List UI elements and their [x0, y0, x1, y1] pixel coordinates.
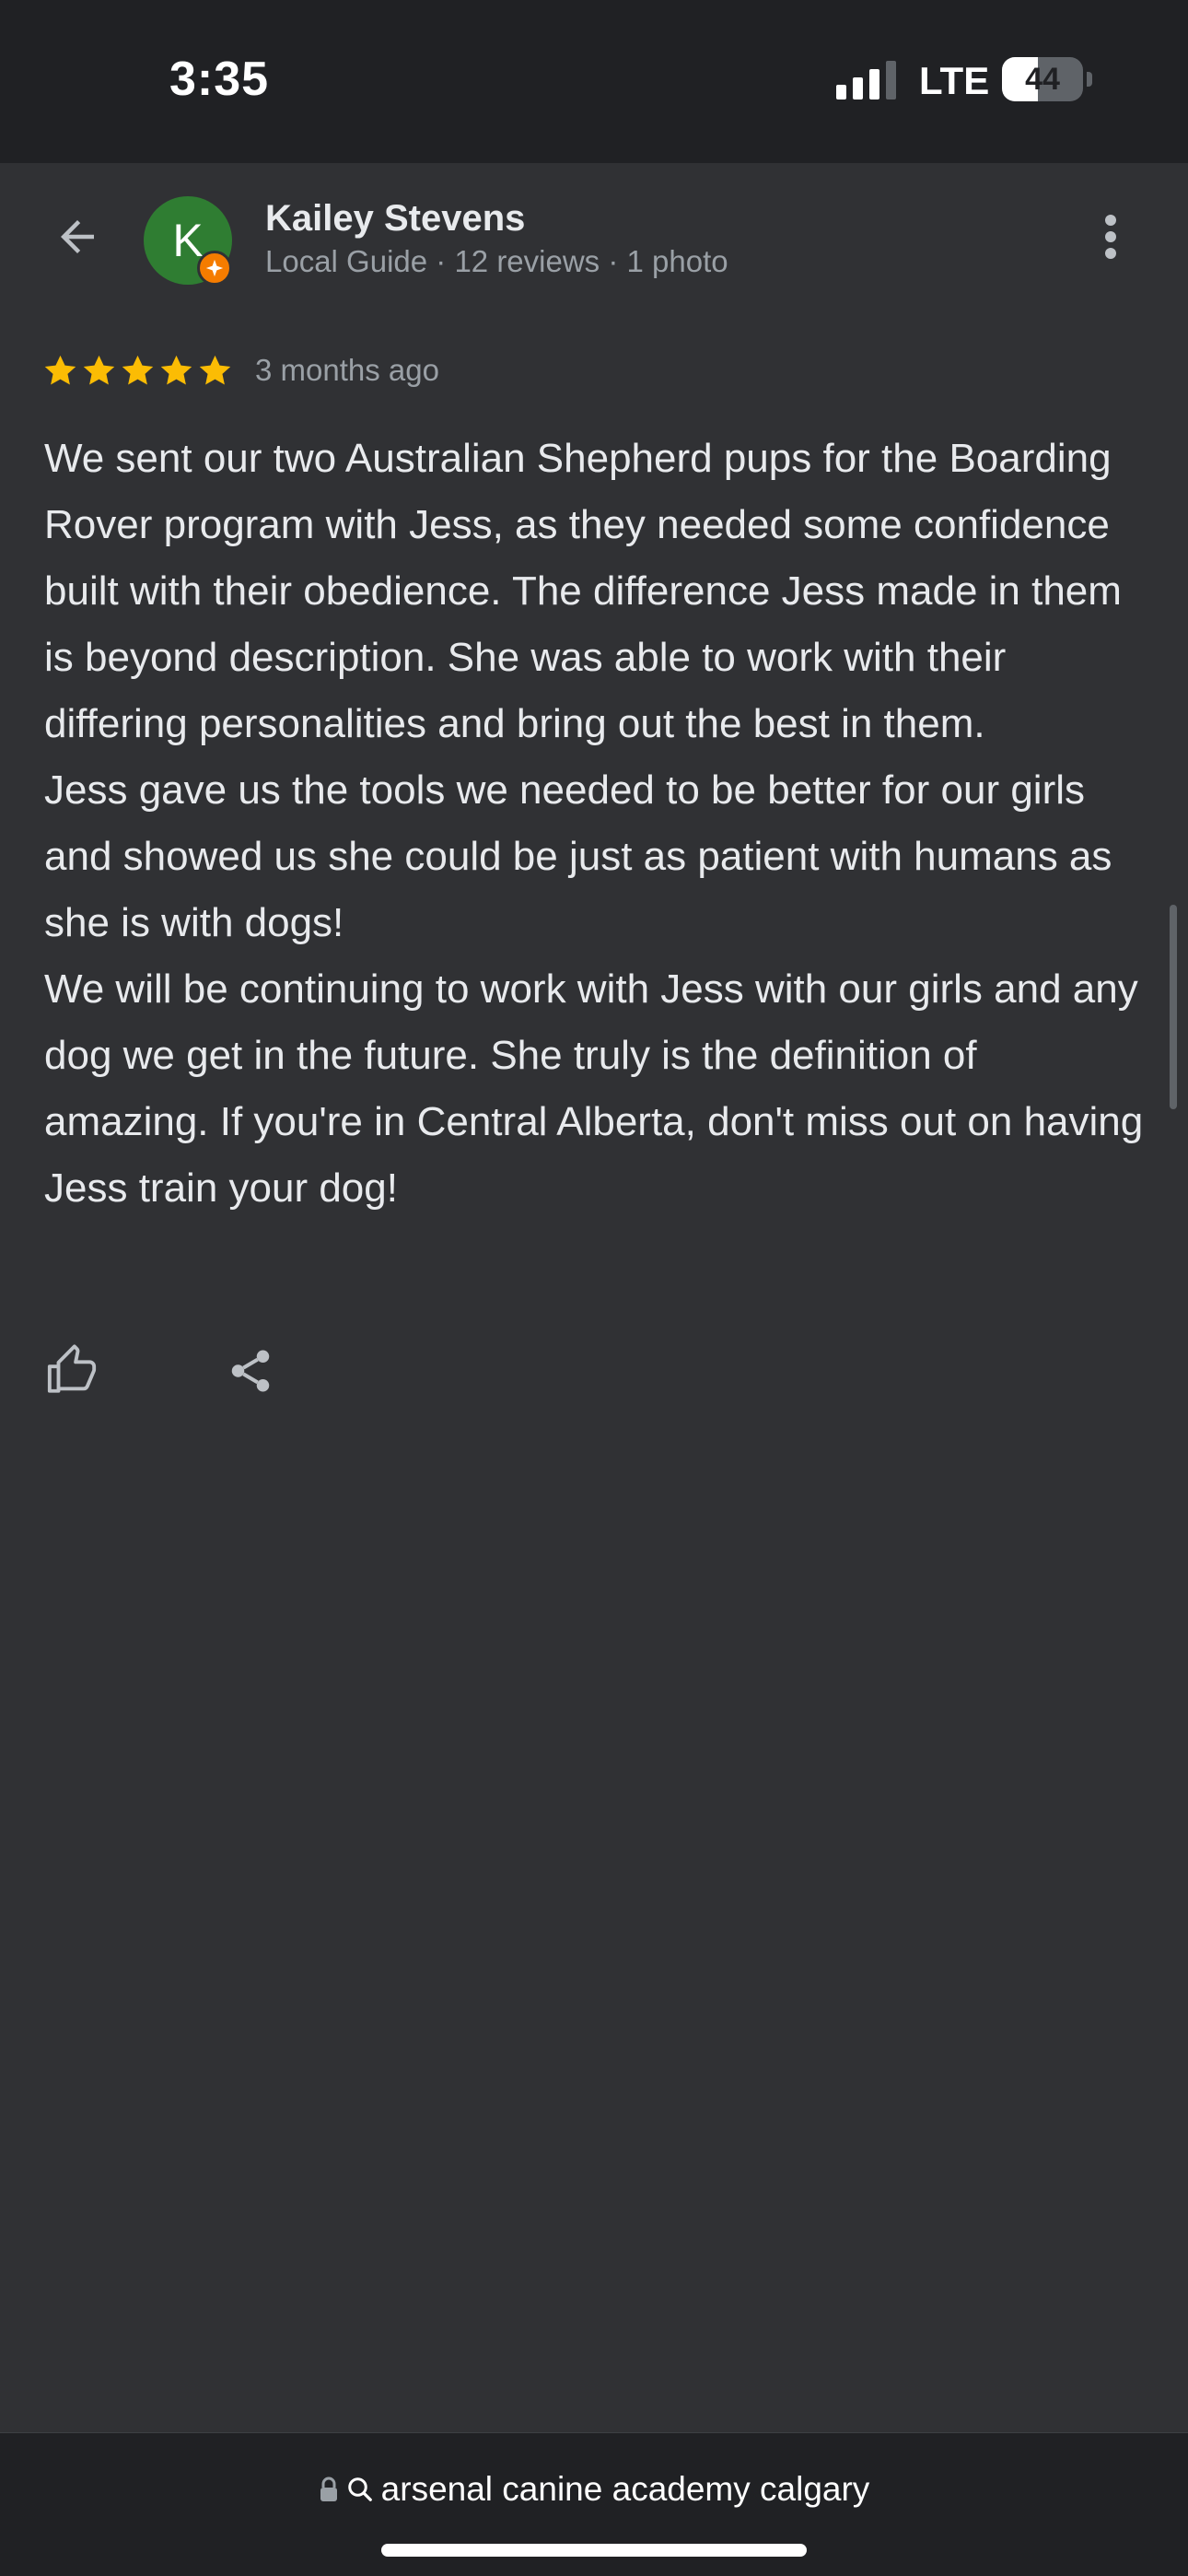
battery-level: 44	[1025, 62, 1060, 97]
star-icon	[160, 355, 192, 384]
more-vert-icon	[1105, 215, 1116, 259]
review-date: 3 months ago	[255, 353, 439, 387]
thumb-up-icon	[47, 1344, 97, 1393]
rating-row: 3 months ago	[42, 346, 439, 394]
review-text: We sent our two Australian Shepherd pups…	[44, 426, 1149, 1222]
home-indicator[interactable]	[381, 2544, 807, 2557]
star-icon	[199, 355, 231, 384]
url-row[interactable]: arsenal canine academy calgary	[0, 2470, 1188, 2509]
search-icon	[347, 2477, 372, 2501]
star-icon	[83, 355, 115, 384]
like-button[interactable]	[42, 1341, 101, 1400]
review-paragraph: We sent our two Australian Shepherd pups…	[44, 436, 1122, 746]
browser-address-bar[interactable]: arsenal canine academy calgary	[0, 2432, 1188, 2576]
status-time: 3:35	[169, 53, 270, 106]
arrow-left-icon	[61, 220, 94, 253]
local-guide-badge-icon	[197, 251, 232, 286]
star-rating	[42, 353, 233, 389]
signal-icon	[836, 61, 896, 100]
review-paragraph: Jess gave us the tools we needed to be b…	[44, 767, 1112, 945]
scrollbar[interactable]	[1170, 905, 1177, 1109]
reviewer-name[interactable]: Kailey Stevens	[265, 198, 525, 240]
star-icon	[122, 355, 154, 384]
back-button[interactable]	[41, 200, 114, 274]
star-icon	[44, 355, 76, 384]
battery-icon: 44	[1002, 57, 1083, 101]
more-options-button[interactable]	[1083, 200, 1138, 274]
review-header: K Kailey Stevens Local Guide · 12 review…	[0, 163, 1188, 320]
status-bar: 3:35 LTE 44	[0, 0, 1188, 163]
review-paragraph: We will be continuing to work with Jess …	[44, 966, 1144, 1211]
url-text[interactable]: arsenal canine academy calgary	[381, 2470, 870, 2509]
network-label: LTE	[919, 59, 990, 102]
share-button[interactable]	[221, 1341, 280, 1400]
share-icon	[231, 1350, 270, 1392]
battery-nub	[1087, 72, 1092, 87]
star-badge-icon	[205, 259, 224, 277]
reviewer-meta: Local Guide · 12 reviews · 1 photo	[265, 244, 728, 278]
lock-icon	[320, 2476, 337, 2501]
